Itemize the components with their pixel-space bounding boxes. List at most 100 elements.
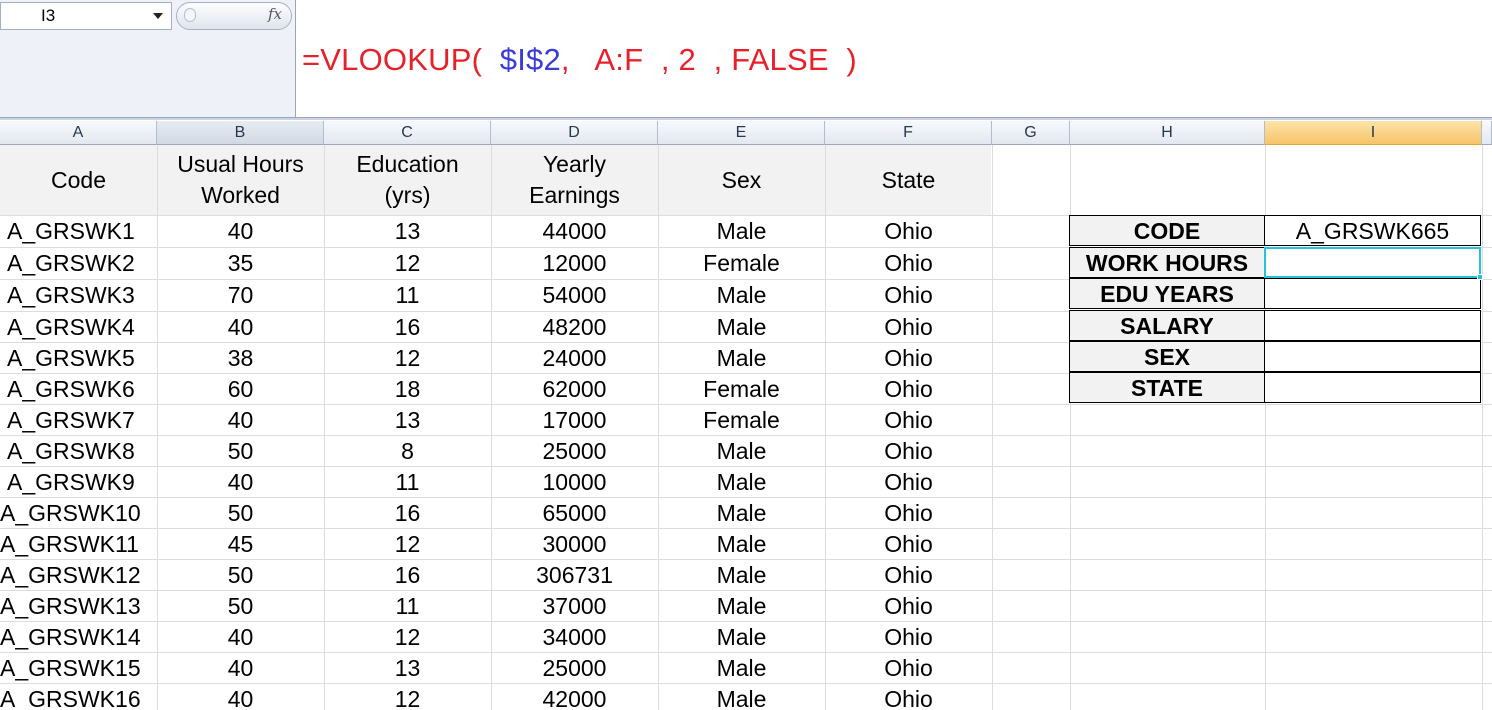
- cell-education[interactable]: 11: [324, 466, 491, 497]
- lookup-value-salary[interactable]: [1264, 310, 1481, 341]
- column-header-g[interactable]: G: [992, 121, 1070, 145]
- cell-hours[interactable]: 38: [157, 342, 324, 373]
- cell-sex[interactable]: Male: [658, 279, 825, 310]
- column-header-f[interactable]: F: [825, 121, 992, 145]
- cell-code[interactable]: A_GRSWK5: [0, 342, 157, 373]
- header-yearly-earnings[interactable]: Yearly Earnings: [491, 145, 658, 215]
- column-header-a[interactable]: A: [0, 121, 157, 145]
- cell-education[interactable]: 16: [324, 497, 491, 528]
- column-header-i[interactable]: I: [1265, 121, 1482, 145]
- cell-code[interactable]: A_GRSWK1: [0, 215, 157, 246]
- cell-code[interactable]: A_GRSWK9: [0, 466, 157, 497]
- cell-education[interactable]: 16: [324, 311, 491, 342]
- cell-hours[interactable]: 40: [157, 466, 324, 497]
- cell-hours[interactable]: 50: [157, 559, 324, 590]
- cell-hours[interactable]: 50: [157, 590, 324, 621]
- cell-sex[interactable]: Male: [658, 466, 825, 497]
- cell-earnings[interactable]: 44000: [491, 215, 658, 246]
- cell-earnings[interactable]: 37000: [491, 590, 658, 621]
- lookup-value-work-hours[interactable]: [1264, 247, 1481, 278]
- cell-earnings[interactable]: 10000: [491, 466, 658, 497]
- fill-handle[interactable]: [1477, 274, 1483, 280]
- cell-hours[interactable]: 50: [157, 497, 324, 528]
- cell-education[interactable]: 12: [324, 528, 491, 559]
- lookup-value-state[interactable]: [1264, 372, 1481, 403]
- cell-education[interactable]: 11: [324, 590, 491, 621]
- cell-state[interactable]: Ohio: [825, 683, 992, 710]
- cell-code[interactable]: A_GRSWK2: [0, 247, 157, 278]
- column-header-e[interactable]: E: [658, 121, 825, 145]
- name-box[interactable]: I3: [0, 2, 172, 30]
- lookup-label-edu-years[interactable]: EDU YEARS: [1069, 278, 1265, 309]
- cell-hours[interactable]: 40: [157, 311, 324, 342]
- cell-state[interactable]: Ohio: [825, 435, 992, 466]
- cell-hours[interactable]: 70: [157, 279, 324, 310]
- header-sex[interactable]: Sex: [658, 145, 825, 215]
- cell-earnings[interactable]: 306731: [491, 559, 658, 590]
- cell-hours[interactable]: 50: [157, 435, 324, 466]
- cell-state[interactable]: Ohio: [825, 311, 992, 342]
- cell-hours[interactable]: 40: [157, 621, 324, 652]
- lookup-label-sex[interactable]: SEX: [1069, 341, 1265, 372]
- cell-code[interactable]: A_GRSWK13: [0, 590, 157, 621]
- cell-education[interactable]: 11: [324, 279, 491, 310]
- cell-sex[interactable]: Male: [658, 590, 825, 621]
- cell-earnings[interactable]: 12000: [491, 247, 658, 278]
- cell-earnings[interactable]: 42000: [491, 683, 658, 710]
- cell-earnings[interactable]: 17000: [491, 404, 658, 435]
- cell-education[interactable]: 16: [324, 559, 491, 590]
- chevron-down-icon[interactable]: [153, 13, 163, 19]
- cell-hours[interactable]: 40: [157, 404, 324, 435]
- cell-state[interactable]: Ohio: [825, 466, 992, 497]
- lookup-label-code[interactable]: CODE: [1069, 215, 1265, 246]
- column-header-b[interactable]: B: [157, 121, 324, 145]
- cell-state[interactable]: Ohio: [825, 559, 992, 590]
- insert-function-icon[interactable]: fx: [268, 5, 282, 23]
- lookup-label-work-hours[interactable]: WORK HOURS: [1069, 247, 1265, 278]
- cell-education[interactable]: 12: [324, 621, 491, 652]
- cell-earnings[interactable]: 34000: [491, 621, 658, 652]
- cell-education[interactable]: 13: [324, 404, 491, 435]
- cell-hours[interactable]: 60: [157, 373, 324, 404]
- lookup-label-state[interactable]: STATE: [1069, 372, 1265, 403]
- cell-earnings[interactable]: 62000: [491, 373, 658, 404]
- column-header-h[interactable]: H: [1070, 121, 1265, 145]
- cell-hours[interactable]: 40: [157, 652, 324, 683]
- cell-sex[interactable]: Male: [658, 528, 825, 559]
- worksheet-grid[interactable]: Code Usual Hours Worked Education (yrs) Ye…: [0, 145, 1492, 710]
- header-state[interactable]: State: [825, 145, 992, 215]
- header-education[interactable]: Education (yrs): [324, 145, 491, 215]
- cell-state[interactable]: Ohio: [825, 621, 992, 652]
- cell-code[interactable]: A_GRSWK7: [0, 404, 157, 435]
- cell-sex[interactable]: Male: [658, 435, 825, 466]
- header-usual-hours[interactable]: Usual Hours Worked: [157, 145, 324, 215]
- cell-sex[interactable]: Male: [658, 342, 825, 373]
- lookup-value-edu-years[interactable]: [1264, 278, 1481, 309]
- cell-sex[interactable]: Female: [658, 373, 825, 404]
- cell-code[interactable]: A_GRSWK14: [0, 621, 157, 652]
- cell-sex[interactable]: Male: [658, 559, 825, 590]
- lookup-value-code[interactable]: A_GRSWK665: [1264, 215, 1481, 246]
- formula-input[interactable]: =VLOOKUP( $I$2, A:F , 2 , FALSE ): [302, 40, 857, 80]
- cell-hours[interactable]: 45: [157, 528, 324, 559]
- cell-education[interactable]: 18: [324, 373, 491, 404]
- cell-earnings[interactable]: 30000: [491, 528, 658, 559]
- cell-earnings[interactable]: 54000: [491, 279, 658, 310]
- cell-sex[interactable]: Male: [658, 215, 825, 246]
- cell-state[interactable]: Ohio: [825, 590, 992, 621]
- cell-code[interactable]: A_GRSWK4: [0, 311, 157, 342]
- cell-state[interactable]: Ohio: [825, 247, 992, 278]
- cell-education[interactable]: 12: [324, 247, 491, 278]
- lookup-value-sex[interactable]: [1264, 341, 1481, 372]
- cell-education[interactable]: 12: [324, 683, 491, 710]
- cell-earnings[interactable]: 25000: [491, 435, 658, 466]
- cell-sex[interactable]: Male: [658, 683, 825, 710]
- cell-sex[interactable]: Female: [658, 404, 825, 435]
- cell-state[interactable]: Ohio: [825, 215, 992, 246]
- cell-code[interactable]: A_GRSWK16: [0, 683, 157, 710]
- cell-state[interactable]: Ohio: [825, 279, 992, 310]
- splitter-knob-icon[interactable]: [184, 8, 196, 22]
- cell-earnings[interactable]: 25000: [491, 652, 658, 683]
- cell-sex[interactable]: Male: [658, 311, 825, 342]
- cell-education[interactable]: 13: [324, 215, 491, 246]
